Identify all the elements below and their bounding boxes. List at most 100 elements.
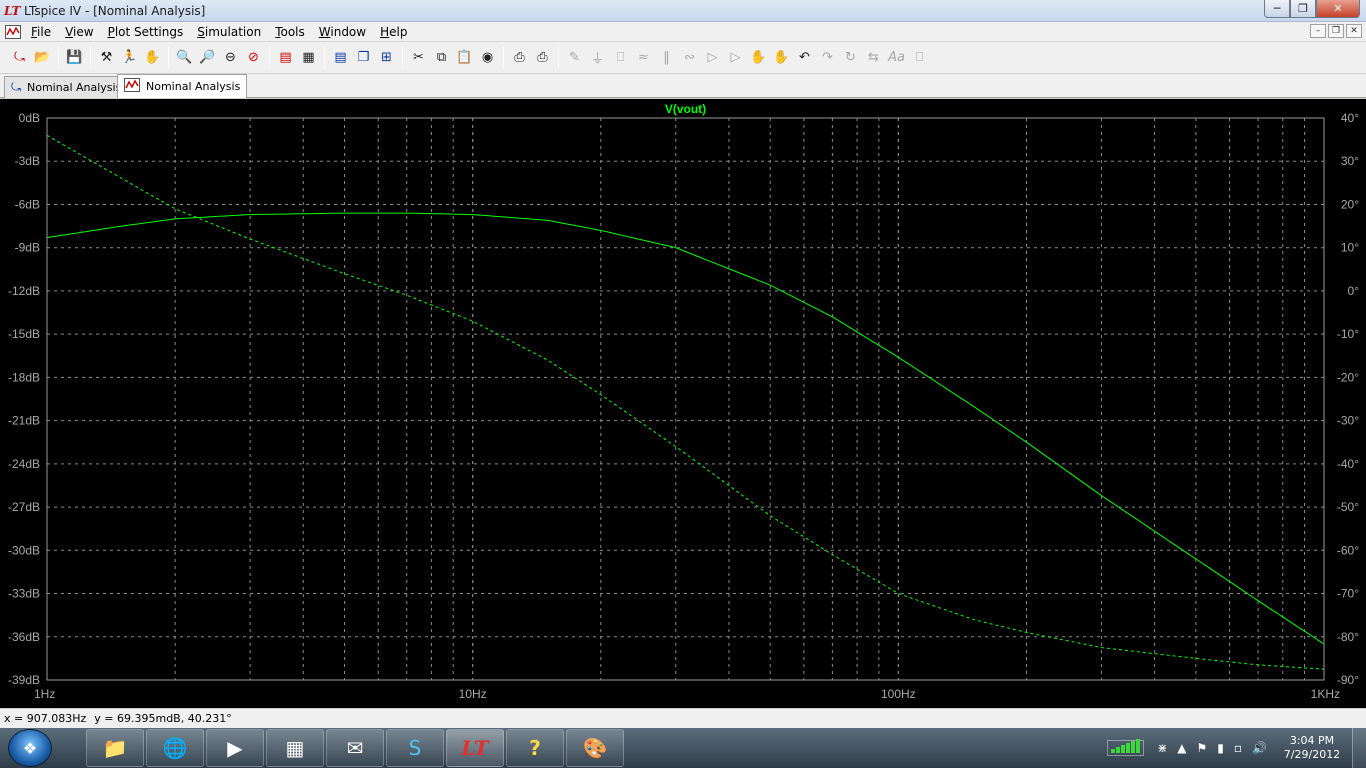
redo-icon[interactable]: ↷ [816, 47, 839, 69]
drag-icon[interactable]: ✋ [770, 47, 793, 69]
pan-icon[interactable]: ✋ [141, 47, 164, 69]
mdi-restore-icon[interactable]: ❐ [1328, 24, 1344, 38]
media-player-icon[interactable]: ▶ [206, 729, 264, 767]
y-tick-label-left: -24dB [8, 457, 40, 471]
clock[interactable]: 3:04 PM 7/29/2012 [1272, 734, 1352, 762]
toolbar-separator [90, 46, 91, 69]
mdi-close-icon[interactable]: ✕ [1346, 24, 1362, 38]
menu-simulation[interactable]: Simulation [190, 25, 268, 39]
print-icon[interactable]: ⎙ [531, 47, 554, 69]
y-tick-label-left: -30dB [8, 543, 40, 557]
x-tick-label: 10Hz [459, 687, 487, 701]
resistor-icon[interactable]: ≈ [632, 47, 655, 69]
restore-icon[interactable]: ❐ [1290, 0, 1316, 18]
paint-icon[interactable]: 🎨 [566, 729, 624, 767]
toolbar-separator [558, 46, 559, 69]
zoom-in-alt-icon[interactable]: 🔎 [196, 47, 219, 69]
toolbar-separator [503, 46, 504, 69]
open-icon[interactable]: 📂 [31, 47, 54, 69]
ltspice-icon[interactable]: LT [446, 729, 504, 767]
spice-directive-icon[interactable]: ⎕ [908, 47, 931, 69]
y-tick-label-left: -12dB [8, 284, 40, 298]
autorange-icon[interactable]: ▤ [274, 47, 297, 69]
calculator-icon[interactable]: ▦ [266, 729, 324, 767]
tab-waveform[interactable]: Nominal Analysis [117, 74, 248, 98]
bode-plot[interactable]: 0dB -3dB -6dB -9dB -12dB -15dB -18dB -21dB -24dB… [0, 99, 1366, 708]
volume-icon[interactable]: 🔊 [1252, 741, 1267, 755]
toolbar-separator [58, 46, 59, 69]
cut-icon[interactable]: ✂ [407, 47, 430, 69]
skype-icon[interactable]: S [386, 729, 444, 767]
new-schematic-icon[interactable]: ⤿ [8, 47, 31, 69]
signal-strength-icon[interactable] [1107, 739, 1145, 756]
tile-horizontal-icon[interactable]: ▤ [329, 47, 352, 69]
zoom-out-icon[interactable]: ⊖ [219, 47, 242, 69]
cursor-y-readout: y = 69.395mdB, 40.231° [94, 712, 232, 725]
wireless-icon[interactable]: ⋇ [1157, 741, 1167, 755]
power-icon[interactable]: ▮ [1217, 741, 1224, 755]
capacitor-icon[interactable]: ‖ [655, 47, 678, 69]
clock-time: 3:04 PM [1289, 734, 1335, 747]
y-tick-label-left: -3dB [15, 154, 40, 168]
toolbar-separator [269, 46, 270, 69]
move-icon[interactable]: ✋ [747, 47, 770, 69]
y-tick-label-right: 10° [1341, 241, 1359, 255]
show-hidden-icons-icon[interactable]: ▲ [1177, 741, 1186, 755]
mdi-minimize-icon[interactable]: – [1310, 24, 1326, 38]
firefox-icon[interactable]: 🌐 [146, 729, 204, 767]
show-desktop-button[interactable] [1352, 728, 1366, 768]
menu-bar: File View Plot Settings Simulation Tools… [0, 22, 1366, 42]
menu-plot-settings[interactable]: Plot Settings [101, 25, 191, 39]
close-icon[interactable]: ✕ [1316, 0, 1360, 18]
cascade-icon[interactable]: ❐ [352, 47, 375, 69]
run-icon[interactable]: 🏃 [118, 47, 141, 69]
inductor-icon[interactable]: ∾ [678, 47, 701, 69]
taskbar: ❖ 📁 🌐 ▶ ▦ ✉ S LT ? 🎨 ⋇ ▲ ⚑ ▮ ▫ 🔊 3:04 PM… [0, 728, 1366, 768]
undo-icon[interactable]: ↶ [793, 47, 816, 69]
toolbar-separator [168, 46, 169, 69]
y-tick-label-left: 0dB [19, 111, 40, 125]
y-tick-label-right: -80° [1337, 630, 1359, 644]
y-tick-label-left: -33dB [8, 587, 40, 601]
toolbar-separator [402, 46, 403, 69]
mail-icon[interactable]: ✉ [326, 729, 384, 767]
control-panel-icon[interactable]: ⚒ [95, 47, 118, 69]
component-icon[interactable]: ▷ [724, 47, 747, 69]
label-net-icon[interactable]: ⎕ [609, 47, 632, 69]
zoom-fit-icon[interactable]: ▦ [297, 47, 320, 69]
action-center-flag-icon[interactable]: ⚑ [1197, 741, 1208, 755]
paste-icon[interactable]: 📋 [453, 47, 476, 69]
text-icon[interactable]: Aa [885, 47, 908, 69]
wire-icon[interactable]: ✎ [563, 47, 586, 69]
start-button[interactable]: ❖ [8, 729, 52, 767]
zoom-cancel-icon[interactable]: ⊘ [242, 47, 265, 69]
window-controls: ─ ❐ ✕ [1264, 0, 1360, 18]
y-tick-label-left: -15dB [8, 327, 40, 341]
close-all-icon[interactable]: ⊞ [375, 47, 398, 69]
waveform-doc-icon[interactable] [2, 23, 24, 41]
ground-icon[interactable]: ⏚ [586, 47, 609, 69]
waveform-plot[interactable]: 0dB -3dB -6dB -9dB -12dB -15dB -18dB -21dB -24dB… [0, 99, 1366, 708]
rotate-icon[interactable]: ↻ [839, 47, 862, 69]
help-icon[interactable]: ? [506, 729, 564, 767]
windows-explorer-icon[interactable]: 📁 [86, 729, 144, 767]
zoom-in-icon[interactable]: 🔍 [173, 47, 196, 69]
minimize-icon[interactable]: ─ [1264, 0, 1290, 18]
tab-schematic[interactable]: ⤿ Nominal Analysis [4, 76, 129, 98]
find-icon[interactable]: ◉ [476, 47, 499, 69]
print-preview-icon[interactable]: ⎙ [508, 47, 531, 69]
menu-view[interactable]: View [58, 25, 100, 39]
y-tick-label-right: 40° [1341, 111, 1359, 125]
mirror-icon[interactable]: ⇆ [862, 47, 885, 69]
diode-icon[interactable]: ▷ [701, 47, 724, 69]
menu-help[interactable]: Help [373, 25, 414, 39]
menu-file[interactable]: File [24, 25, 58, 39]
chart-title: V(vout) [665, 102, 706, 116]
menu-window[interactable]: Window [312, 25, 373, 39]
y-tick-label-left: -21dB [8, 414, 40, 428]
menu-tools[interactable]: Tools [268, 25, 312, 39]
network-icon[interactable]: ▫ [1234, 741, 1242, 755]
save-icon[interactable]: 💾 [63, 47, 86, 69]
y-tick-label-right: -60° [1337, 543, 1359, 557]
copy-icon[interactable]: ⧉ [430, 47, 453, 69]
